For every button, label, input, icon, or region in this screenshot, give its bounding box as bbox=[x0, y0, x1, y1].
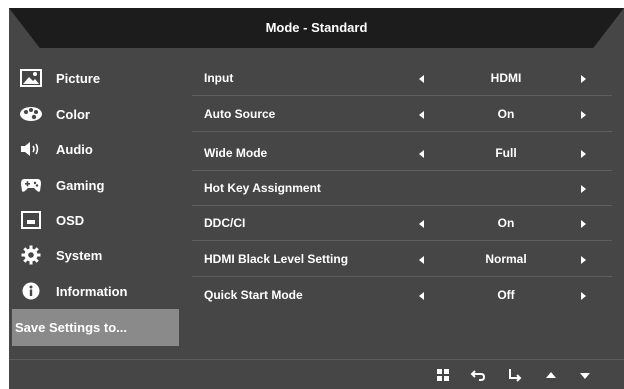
arrow-right-icon[interactable] bbox=[581, 220, 586, 228]
setting-value: Normal bbox=[485, 252, 527, 266]
sidebar-item-audio[interactable]: Audio bbox=[12, 132, 179, 166]
enter-icon[interactable] bbox=[507, 367, 523, 383]
speaker-icon bbox=[18, 138, 44, 160]
sidebar-item-system[interactable]: System bbox=[12, 238, 179, 272]
arrow-right-icon[interactable] bbox=[581, 185, 586, 193]
setting-value: Off bbox=[497, 288, 515, 302]
setting-row-quick-start-mode[interactable]: Quick Start Mode Off bbox=[192, 278, 612, 313]
arrow-left-icon[interactable] bbox=[419, 111, 424, 119]
sidebar-item-label: Picture bbox=[56, 70, 101, 86]
setting-label: Wide Mode bbox=[204, 146, 268, 160]
setting-label: DDC/CI bbox=[204, 216, 246, 230]
sidebar-item-label: System bbox=[56, 247, 103, 263]
sidebar-item-label: Save Settings to... bbox=[15, 320, 127, 335]
arrow-right-icon[interactable] bbox=[581, 256, 586, 264]
setting-label: Quick Start Mode bbox=[204, 288, 303, 302]
setting-value: HDMI bbox=[490, 71, 522, 85]
sidebar-item-osd[interactable]: OSD bbox=[12, 203, 179, 237]
back-icon[interactable] bbox=[470, 367, 486, 383]
sidebar-item-save-settings[interactable]: Save Settings to... bbox=[12, 309, 179, 346]
setting-row-auto-source[interactable]: Auto Source On bbox=[192, 97, 612, 132]
arrow-right-icon[interactable] bbox=[581, 292, 586, 300]
up-icon[interactable] bbox=[543, 367, 559, 383]
sidebar-item-gaming[interactable]: Gaming bbox=[12, 168, 179, 202]
sidebar-item-label: Color bbox=[56, 106, 90, 122]
arrow-left-icon[interactable] bbox=[419, 75, 424, 83]
monitor-icon bbox=[18, 209, 44, 231]
footer-divider bbox=[9, 359, 624, 360]
arrow-right-icon[interactable] bbox=[581, 150, 586, 158]
arrow-left-icon[interactable] bbox=[419, 292, 424, 300]
sidebar-item-color[interactable]: Color bbox=[12, 97, 179, 131]
setting-row-hdmi-black-level[interactable]: HDMI Black Level Setting Normal bbox=[192, 242, 612, 277]
menu-grid-icon[interactable] bbox=[435, 367, 451, 383]
setting-row-hot-key-assignment[interactable]: Hot Key Assignment bbox=[192, 171, 612, 206]
osd-title: Mode - Standard bbox=[265, 20, 368, 35]
arrow-right-icon[interactable] bbox=[581, 75, 586, 83]
arrow-left-icon[interactable] bbox=[419, 150, 424, 158]
setting-row-input[interactable]: Input HDMI bbox=[192, 61, 612, 96]
sidebar-item-label: Gaming bbox=[56, 177, 105, 193]
setting-label: HDMI Black Level Setting bbox=[204, 252, 349, 266]
setting-value: On bbox=[497, 107, 515, 121]
setting-row-wide-mode[interactable]: Wide Mode Full bbox=[192, 136, 612, 171]
palette-icon bbox=[18, 103, 44, 125]
sidebar-item-picture[interactable]: Picture bbox=[12, 61, 179, 95]
sidebar-item-label: Audio bbox=[56, 141, 93, 157]
gear-icon bbox=[18, 244, 44, 266]
setting-value: Full bbox=[495, 146, 517, 160]
info-icon bbox=[18, 280, 44, 302]
sidebar-item-label: OSD bbox=[56, 212, 85, 228]
setting-row-ddc-ci[interactable]: DDC/CI On bbox=[192, 206, 612, 241]
arrow-left-icon[interactable] bbox=[419, 256, 424, 264]
setting-label: Input bbox=[204, 71, 234, 85]
down-icon[interactable] bbox=[577, 367, 593, 383]
sidebar-item-label: Information bbox=[56, 283, 128, 299]
sidebar-item-information[interactable]: Information bbox=[12, 274, 179, 308]
osd-menu: Mode - Standard Picture Color Audio Gami… bbox=[9, 8, 624, 389]
setting-label: Auto Source bbox=[204, 107, 276, 121]
arrow-right-icon[interactable] bbox=[581, 111, 586, 119]
arrow-left-icon[interactable] bbox=[419, 220, 424, 228]
gamepad-icon bbox=[18, 174, 44, 196]
setting-label: Hot Key Assignment bbox=[204, 181, 321, 195]
picture-icon bbox=[18, 67, 44, 89]
setting-value: On bbox=[497, 216, 515, 230]
